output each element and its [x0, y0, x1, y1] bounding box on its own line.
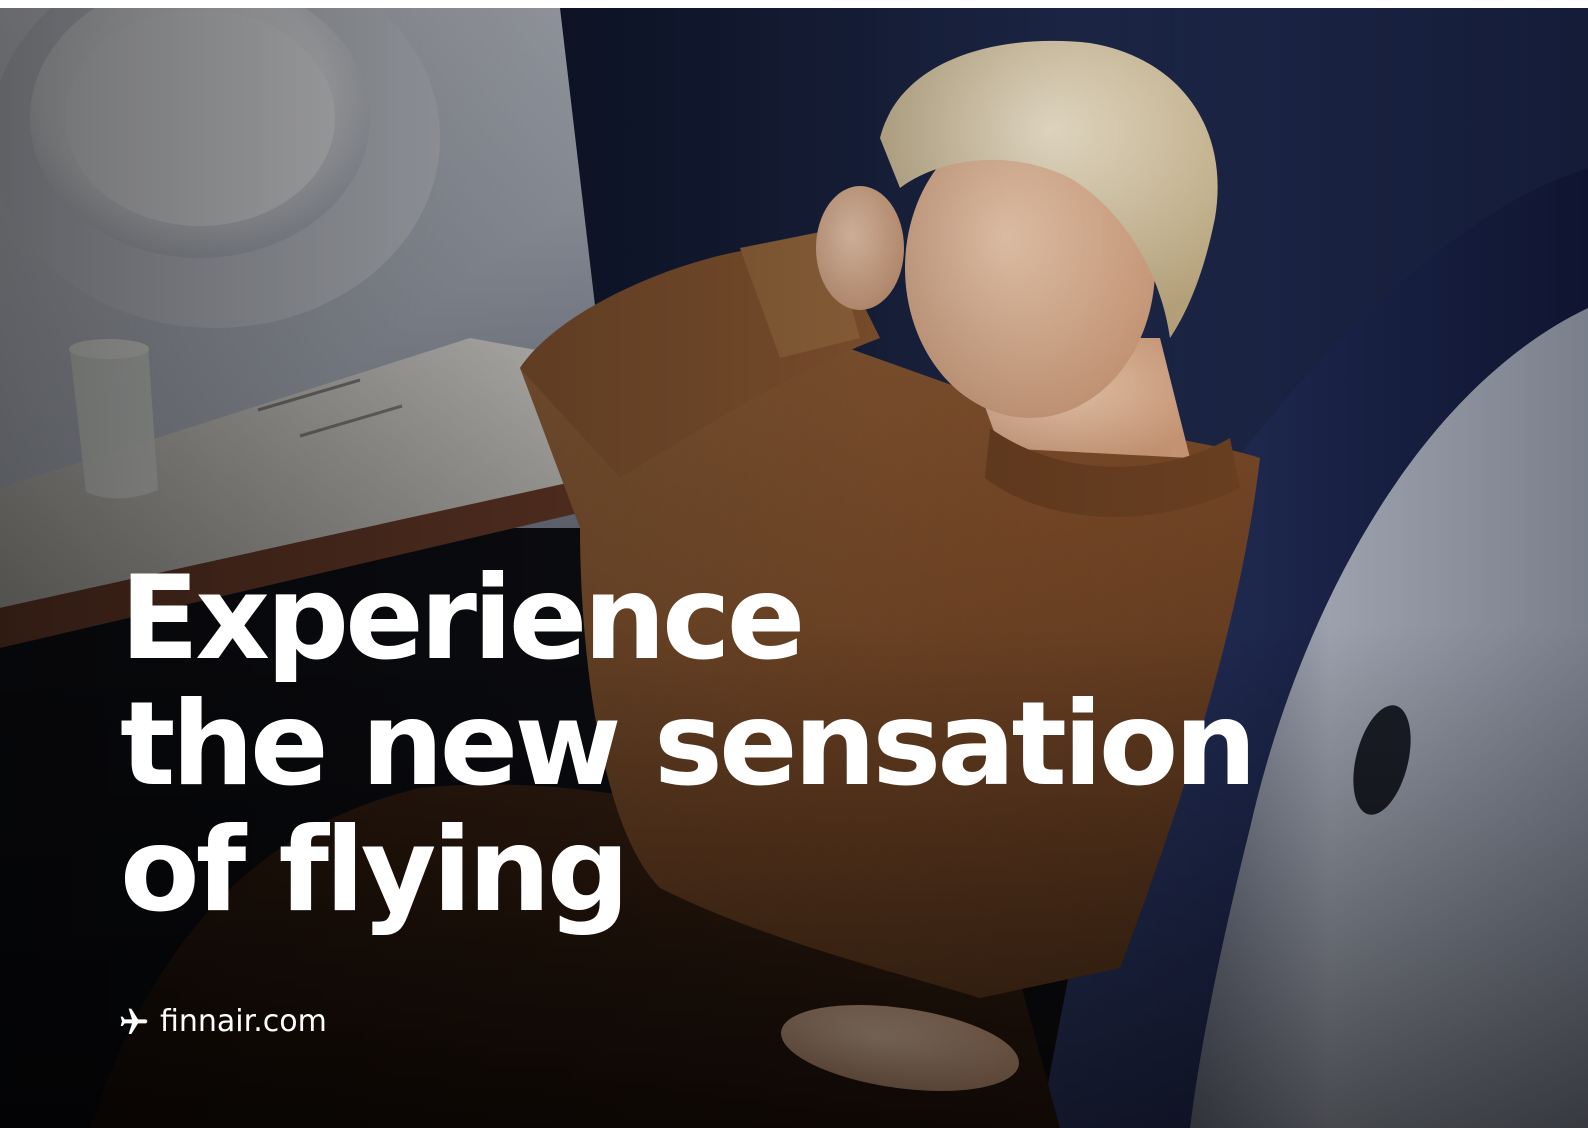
website-text: finnair.com [160, 1004, 327, 1039]
finnair-website-link[interactable]: finnair.com [118, 1002, 327, 1042]
finnair-advertisement: Experience the new sensation of flying f… [0, 0, 1588, 1128]
headline-line-2: the new sensation [120, 677, 1257, 812]
airplane-icon [118, 1006, 150, 1038]
headline: Experience the new sensation of flying [120, 551, 1257, 938]
top-white-strip [0, 0, 1588, 8]
headline-line-3: of flying [120, 803, 630, 938]
headline-line-1: Experience [120, 551, 805, 686]
